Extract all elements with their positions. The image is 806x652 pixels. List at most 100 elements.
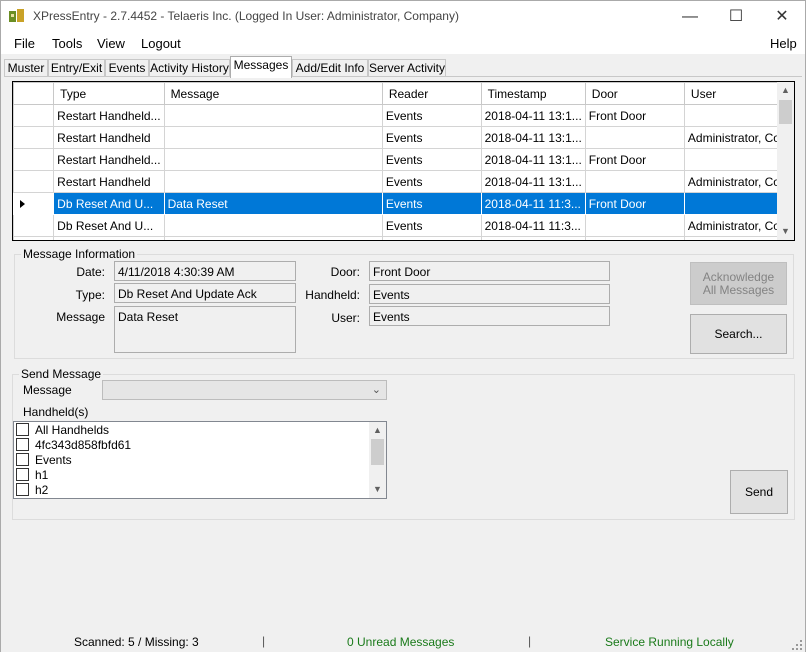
list-item[interactable]: 4fc343d858fbfd61 [16,438,131,453]
table-cell[interactable] [163,170,383,193]
table-cell[interactable]: Restart Handheld [53,126,165,149]
table-cell[interactable]: 2018-04-11 11:3... [480,192,586,215]
table-cell[interactable]: Front Door [584,192,685,215]
table-cell[interactable]: Db Reset And U... [53,214,165,237]
row-header[interactable] [13,148,55,171]
type-field[interactable]: Db Reset And Update Ack [114,283,296,303]
table-cell[interactable] [53,236,165,240]
table-cell[interactable]: 2018-04-11 13:1... [480,104,586,127]
table-cell[interactable] [381,236,482,240]
user-field[interactable]: Events [369,306,610,326]
messages-grid[interactable]: Type Message Reader Timestamp Door User … [12,81,795,241]
table-cell[interactable]: Restart Handheld... [53,104,165,127]
row-header[interactable] [13,126,55,149]
table-row[interactable] [13,236,794,240]
menu-help[interactable]: Help [770,36,797,51]
column-header-door[interactable]: Door [584,82,685,105]
table-cell[interactable]: Events [381,170,482,193]
scroll-up-icon[interactable]: ▲ [369,422,386,439]
table-row[interactable]: Restart Handheld... Events 2018-04-11 13:1… [13,148,794,171]
column-header-timestamp[interactable]: Timestamp [480,82,586,105]
row-header[interactable] [13,104,55,127]
table-cell[interactable] [163,214,383,237]
table-cell[interactable] [163,148,383,171]
checkbox[interactable] [16,423,29,436]
table-row[interactable]: Db Reset And U... Events 2018-04-11 11:3..… [13,214,794,237]
date-label: Date: [76,265,105,279]
close-button[interactable]: ✕ [759,1,805,32]
list-item[interactable]: h1 [16,468,48,483]
resize-grip-icon[interactable] [791,639,803,651]
message-select[interactable]: ⌄ [102,380,387,400]
table-row[interactable]: Db Reset And U... Data Reset Events 2018-04… [13,192,794,215]
table-cell[interactable]: Events [381,126,482,149]
column-header-message[interactable]: Message [163,82,383,105]
table-cell[interactable]: Restart Handheld... [53,148,165,171]
table-cell[interactable]: Restart Handheld [53,170,165,193]
row-header[interactable] [13,170,55,193]
grid-scrollbar[interactable]: ▲ ▼ [777,82,794,240]
scroll-thumb[interactable] [779,100,792,124]
checkbox[interactable] [16,468,29,481]
handhelds-label: Handheld(s) [23,405,89,419]
row-header[interactable] [13,214,55,237]
handheld-field[interactable]: Events [369,284,610,304]
row-header[interactable] [13,236,55,240]
table-cell[interactable]: 2018-04-11 13:1... [480,170,586,193]
scroll-down-icon[interactable]: ▼ [777,223,794,240]
menu-tools[interactable]: Tools [52,36,82,51]
acknowledge-all-button[interactable]: Acknowledge All Messages [690,262,787,305]
menu-view[interactable]: View [97,36,125,51]
table-cell[interactable]: 2018-04-11 13:1... [480,126,586,149]
table-cell[interactable] [584,170,685,193]
tab-messages[interactable]: Messages [230,56,292,78]
list-item[interactable]: All Handhelds [16,423,109,438]
chevron-down-icon[interactable]: ⌄ [372,383,381,396]
maximize-button[interactable]: ☐ [713,1,759,32]
row-header[interactable] [13,192,55,215]
column-header-type[interactable]: Type [53,82,165,105]
table-cell[interactable] [163,236,383,240]
table-cell[interactable] [163,126,383,149]
door-field[interactable]: Front Door [369,261,610,281]
app-logo-icon [9,9,24,22]
list-item[interactable]: Events [16,453,72,468]
send-message-title: Send Message [19,367,104,381]
scroll-thumb[interactable] [371,439,384,465]
scroll-up-icon[interactable]: ▲ [777,82,794,99]
list-item[interactable]: h2 [16,483,48,498]
table-cell[interactable]: 2018-04-11 11:3... [480,214,586,237]
message-field[interactable]: Data Reset [114,306,296,353]
table-cell[interactable]: Events [381,192,482,215]
table-cell[interactable] [584,236,685,240]
checkbox[interactable] [16,483,29,496]
table-cell[interactable]: Events [381,148,482,171]
menu-logout[interactable]: Logout [141,36,181,51]
scroll-down-icon[interactable]: ▼ [369,481,386,498]
table-cell[interactable]: Db Reset And U... [53,192,165,215]
table-cell[interactable] [584,214,685,237]
checkbox[interactable] [16,438,29,451]
table-row[interactable]: Restart Handheld... Events 2018-04-11 13:1… [13,104,794,127]
table-cell[interactable]: Front Door [584,104,685,127]
column-header-reader[interactable]: Reader [381,82,482,105]
handhelds-scrollbar[interactable]: ▲ ▼ [369,422,386,498]
table-cell[interactable]: Front Door [584,148,685,171]
search-button[interactable]: Search... [690,314,787,354]
handhelds-list[interactable]: All Handhelds 4fc343d858fbfd61 Events h1… [13,421,387,499]
status-bar: Scanned: 5 / Missing: 3 | 0 Unread Messa… [1,631,805,652]
table-cell[interactable] [480,236,586,240]
table-cell[interactable] [584,126,685,149]
checkbox[interactable] [16,453,29,466]
menu-file[interactable]: File [14,36,35,51]
table-cell[interactable]: Data Reset [163,192,383,215]
minimize-button[interactable]: — [667,1,713,32]
table-cell[interactable]: Events [381,214,482,237]
table-row[interactable]: Restart Handheld Events 2018-04-11 13:1...… [13,126,794,149]
table-cell[interactable]: Events [381,104,482,127]
table-row[interactable]: Restart Handheld Events 2018-04-11 13:1...… [13,170,794,193]
table-cell[interactable]: 2018-04-11 13:1... [480,148,586,171]
date-field[interactable]: 4/11/2018 4:30:39 AM [114,261,296,281]
send-button[interactable]: Send [730,470,788,514]
table-cell[interactable] [163,104,383,127]
